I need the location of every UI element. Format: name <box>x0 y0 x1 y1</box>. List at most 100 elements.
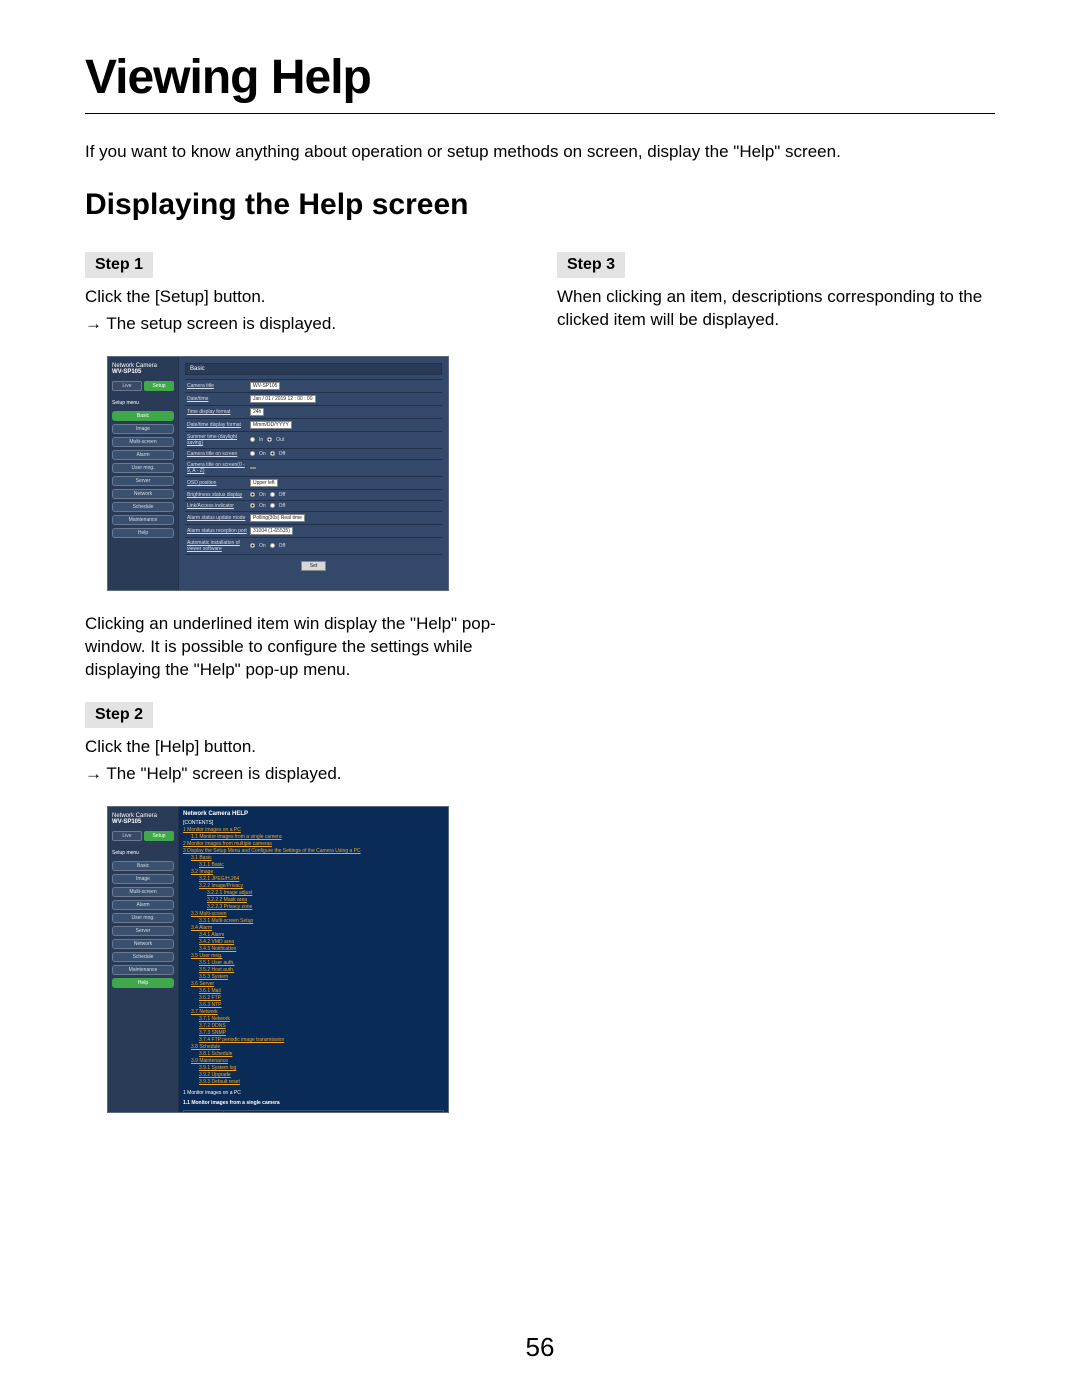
help-link[interactable]: 2 Monitor images from multiple cameras <box>183 841 444 848</box>
radio-label: Out <box>276 437 284 443</box>
form-label[interactable]: Camera title on screen <box>185 451 250 457</box>
radio-on[interactable] <box>250 451 255 456</box>
step1-label: Step 1 <box>85 252 153 278</box>
setup-tab[interactable]: Setup <box>144 381 174 391</box>
menu-maintenance[interactable]: Maintenance <box>112 515 174 525</box>
form-label[interactable]: Time display format <box>185 409 250 415</box>
form-label[interactable]: Alarm status update mode <box>185 515 250 521</box>
radio-on[interactable] <box>250 543 255 548</box>
input-field[interactable]: 31004 (1-65535) <box>250 527 293 535</box>
radio-off[interactable] <box>270 503 275 508</box>
input-field[interactable]: Mmm/DD/YYYY <box>250 421 292 429</box>
input-field[interactable]: Upper left <box>250 479 278 487</box>
help-link[interactable]: 1.1 Monitor images from a single camera <box>191 834 444 841</box>
help-link[interactable]: 3.2.2 Image/Privacy <box>199 883 444 890</box>
menu-schedule[interactable]: Schedule <box>112 502 174 512</box>
help-link[interactable]: 1 Monitor images on a PC <box>183 827 444 834</box>
help-link[interactable]: 3.7.4 FTP periodic image transmission <box>199 1037 444 1044</box>
step1-result: The setup screen is displayed. <box>85 313 523 336</box>
help-link[interactable]: 3.5 User mng. <box>191 953 444 960</box>
help-link[interactable]: 3.2 Image <box>191 869 444 876</box>
menu2-help[interactable]: Help <box>112 978 174 988</box>
help-link[interactable]: 3 Display the Setup Menu and Configure t… <box>183 848 444 855</box>
form-label[interactable]: Link/Access indicator <box>185 503 250 509</box>
form-label[interactable]: Date/time <box>185 396 250 402</box>
menu2-network[interactable]: Network <box>112 939 174 949</box>
radio-label: Off <box>279 492 286 498</box>
help-link[interactable]: 3.1 Basic <box>191 855 444 862</box>
menu2-maintenance[interactable]: Maintenance <box>112 965 174 975</box>
help-link[interactable]: 3.5.1 User auth. <box>199 960 444 967</box>
menu2-basic[interactable]: Basic <box>112 861 174 871</box>
menu-help[interactable]: Help <box>112 528 174 538</box>
help-link[interactable]: 3.4.3 Notification <box>199 946 444 953</box>
input-field[interactable]: Jan / 01 / 2019 12 : 00 : 00 <box>250 395 316 403</box>
form-label[interactable]: Automatic installation of viewer softwar… <box>185 540 250 552</box>
help-link[interactable]: 3.4 Alarm <box>191 925 444 932</box>
help-link[interactable]: 3.9.2 Upgrade <box>199 1072 444 1079</box>
help-link[interactable]: 3.7.2 DDNS <box>199 1023 444 1030</box>
page-number: 56 <box>0 1332 1080 1363</box>
radio-off[interactable] <box>270 451 275 456</box>
form-label[interactable]: OSD position <box>185 480 250 486</box>
radio-in[interactable] <box>250 437 255 442</box>
form-label[interactable]: Summer time (daylight saving) <box>185 434 250 446</box>
input-field[interactable]: WV-SP105 <box>250 382 280 390</box>
menu-server[interactable]: Server <box>112 476 174 486</box>
form-label[interactable]: Camera title on screen(0 - 9, A - Z) <box>185 462 250 474</box>
menu2-usermng[interactable]: User mng. <box>112 913 174 923</box>
radio-out[interactable] <box>267 437 272 442</box>
help-link[interactable]: 3.3 Multi-screen <box>191 911 444 918</box>
help-link[interactable]: 3.4.1 Alarm <box>199 932 444 939</box>
help-link[interactable]: 3.2.2.2 Mask area <box>207 897 444 904</box>
menu-network[interactable]: Network <box>112 489 174 499</box>
help-link[interactable]: 3.8.1 Schedule <box>199 1051 444 1058</box>
help-link[interactable]: 3.7.1 Network <box>199 1016 444 1023</box>
help-link[interactable]: 3.6.3 NTP <box>199 1002 444 1009</box>
menu-usermng[interactable]: User mng. <box>112 463 174 473</box>
help-link[interactable]: 3.6.2 FTP <box>199 995 444 1002</box>
help-link[interactable]: 3.7.3 SNMP <box>199 1030 444 1037</box>
help-link[interactable]: 3.2.1 JPEG/H.264 <box>199 876 444 883</box>
help-link[interactable]: 3.2.2.3 Privacy zone <box>207 904 444 911</box>
live-tab2[interactable]: Live <box>112 831 142 841</box>
input-field[interactable]: Polling(30s) Real time <box>250 514 305 522</box>
radio-off[interactable] <box>270 543 275 548</box>
menu2-multiscreen[interactable]: Multi-screen <box>112 887 174 897</box>
help-link[interactable]: 3.5.3 System <box>199 974 444 981</box>
form-label[interactable]: Alarm status reception port <box>185 528 250 534</box>
help-link[interactable]: 3.9.1 System log <box>199 1065 444 1072</box>
help-link[interactable]: 3.3.1 Multi-screen Setup <box>199 918 444 925</box>
input-field[interactable]: 24h <box>250 408 264 416</box>
help-th-instr: Instructions <box>223 1110 443 1112</box>
help-link[interactable]: 3.5.2 Host auth. <box>199 967 444 974</box>
radio-on[interactable] <box>250 503 255 508</box>
form-label[interactable]: Camera title <box>185 383 250 389</box>
form-label[interactable]: Brightness status display <box>185 492 250 498</box>
menu2-alarm[interactable]: Alarm <box>112 900 174 910</box>
help-link[interactable]: 3.8 Schedule <box>191 1044 444 1051</box>
menu-basic[interactable]: Basic <box>112 411 174 421</box>
radio-on[interactable] <box>250 492 255 497</box>
menu2-image[interactable]: Image <box>112 874 174 884</box>
input-field[interactable] <box>250 467 256 469</box>
setup-tab2[interactable]: Setup <box>144 831 174 841</box>
help-link[interactable]: 3.4.2 VMD area <box>199 939 444 946</box>
help-link[interactable]: 3.6 Server <box>191 981 444 988</box>
radio-off[interactable] <box>270 492 275 497</box>
menu-multiscreen[interactable]: Multi-screen <box>112 437 174 447</box>
menu2-schedule[interactable]: Schedule <box>112 952 174 962</box>
help-link[interactable]: 3.6.1 Mail <box>199 988 444 995</box>
set-button[interactable]: Set <box>301 561 327 571</box>
help-link[interactable]: 3.2.2.1 Image adjust <box>207 890 444 897</box>
help-link[interactable]: 3.7 Network <box>191 1009 444 1016</box>
help-link[interactable]: 3.9 Maintenance <box>191 1058 444 1065</box>
menu-alarm[interactable]: Alarm <box>112 450 174 460</box>
live-tab[interactable]: Live <box>112 381 142 391</box>
form-label[interactable]: Date/time display format <box>185 422 250 428</box>
help-link[interactable]: 3.9.3 Default reset <box>199 1079 444 1086</box>
menu-image[interactable]: Image <box>112 424 174 434</box>
form-row: OSD positionUpper left <box>185 476 442 489</box>
help-link[interactable]: 3.1.1 Basic <box>199 862 444 869</box>
menu2-server[interactable]: Server <box>112 926 174 936</box>
